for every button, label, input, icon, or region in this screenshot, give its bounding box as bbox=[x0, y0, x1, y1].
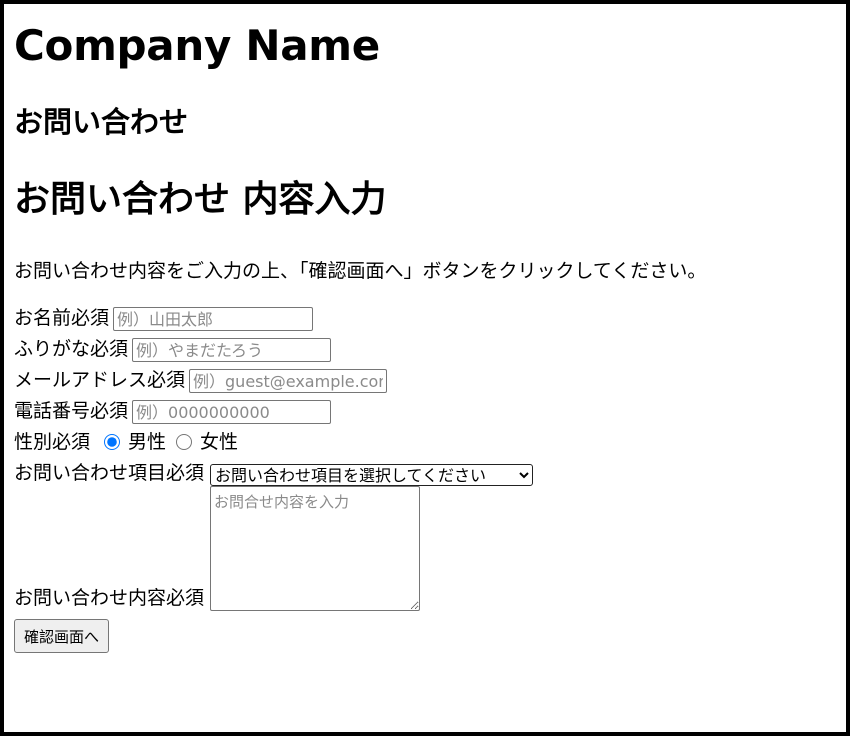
email-row: メールアドレス必須 bbox=[14, 362, 836, 393]
submit-row: 確認画面へ bbox=[14, 619, 836, 653]
gender-row: 性別必須 男性 女性 bbox=[14, 424, 836, 455]
phone-row: 電話番号必須 bbox=[14, 393, 836, 424]
inquiry-type-label: お問い合わせ項目必須 bbox=[14, 462, 205, 484]
gender-female-radio[interactable] bbox=[176, 434, 193, 450]
phone-label: 電話番号必須 bbox=[14, 400, 129, 422]
phone-input[interactable] bbox=[132, 400, 332, 424]
email-input[interactable] bbox=[189, 369, 388, 393]
gender-female-label[interactable]: 女性 bbox=[200, 429, 238, 455]
kana-row: ふりがな必須 bbox=[14, 331, 836, 362]
kana-input[interactable] bbox=[132, 338, 332, 362]
gender-radio-group: 男性 女性 bbox=[94, 429, 238, 455]
confirm-button[interactable]: 確認画面へ bbox=[14, 619, 110, 653]
name-label: お名前必須 bbox=[14, 307, 110, 329]
gender-male-radio[interactable] bbox=[104, 434, 121, 450]
section-title: お問い合わせ bbox=[14, 105, 189, 139]
name-input[interactable] bbox=[113, 307, 314, 331]
name-row: お名前必須 bbox=[14, 300, 836, 331]
company-name: Company Name bbox=[14, 21, 380, 70]
inquiry-type-row: お問い合わせ項目必須 お問い合わせ項目を選択してください bbox=[14, 455, 836, 486]
form-title: お問い合わせ 内容入力 bbox=[14, 179, 387, 220]
contact-form: お名前必須 ふりがな必須 メールアドレス必須 電話番号必須 性別必須 男性 女性… bbox=[14, 300, 836, 653]
gender-male-label[interactable]: 男性 bbox=[128, 429, 166, 455]
message-label: お問い合わせ内容必須 bbox=[14, 587, 205, 609]
instructions-text: お問い合わせ内容をご入力の上、「確認画面へ」ボタンをクリックしてください。 bbox=[14, 260, 707, 282]
message-textarea[interactable] bbox=[210, 486, 421, 611]
gender-label: 性別必須 bbox=[14, 431, 91, 453]
message-row: お問い合わせ内容必須 bbox=[14, 486, 836, 611]
email-label: メールアドレス必須 bbox=[14, 369, 186, 391]
kana-label: ふりがな必須 bbox=[14, 338, 129, 360]
page: Company Name お問い合わせ お問い合わせ 内容入力 お問い合わせ内容… bbox=[4, 22, 846, 653]
inquiry-type-select[interactable]: お問い合わせ項目を選択してください bbox=[210, 464, 534, 486]
